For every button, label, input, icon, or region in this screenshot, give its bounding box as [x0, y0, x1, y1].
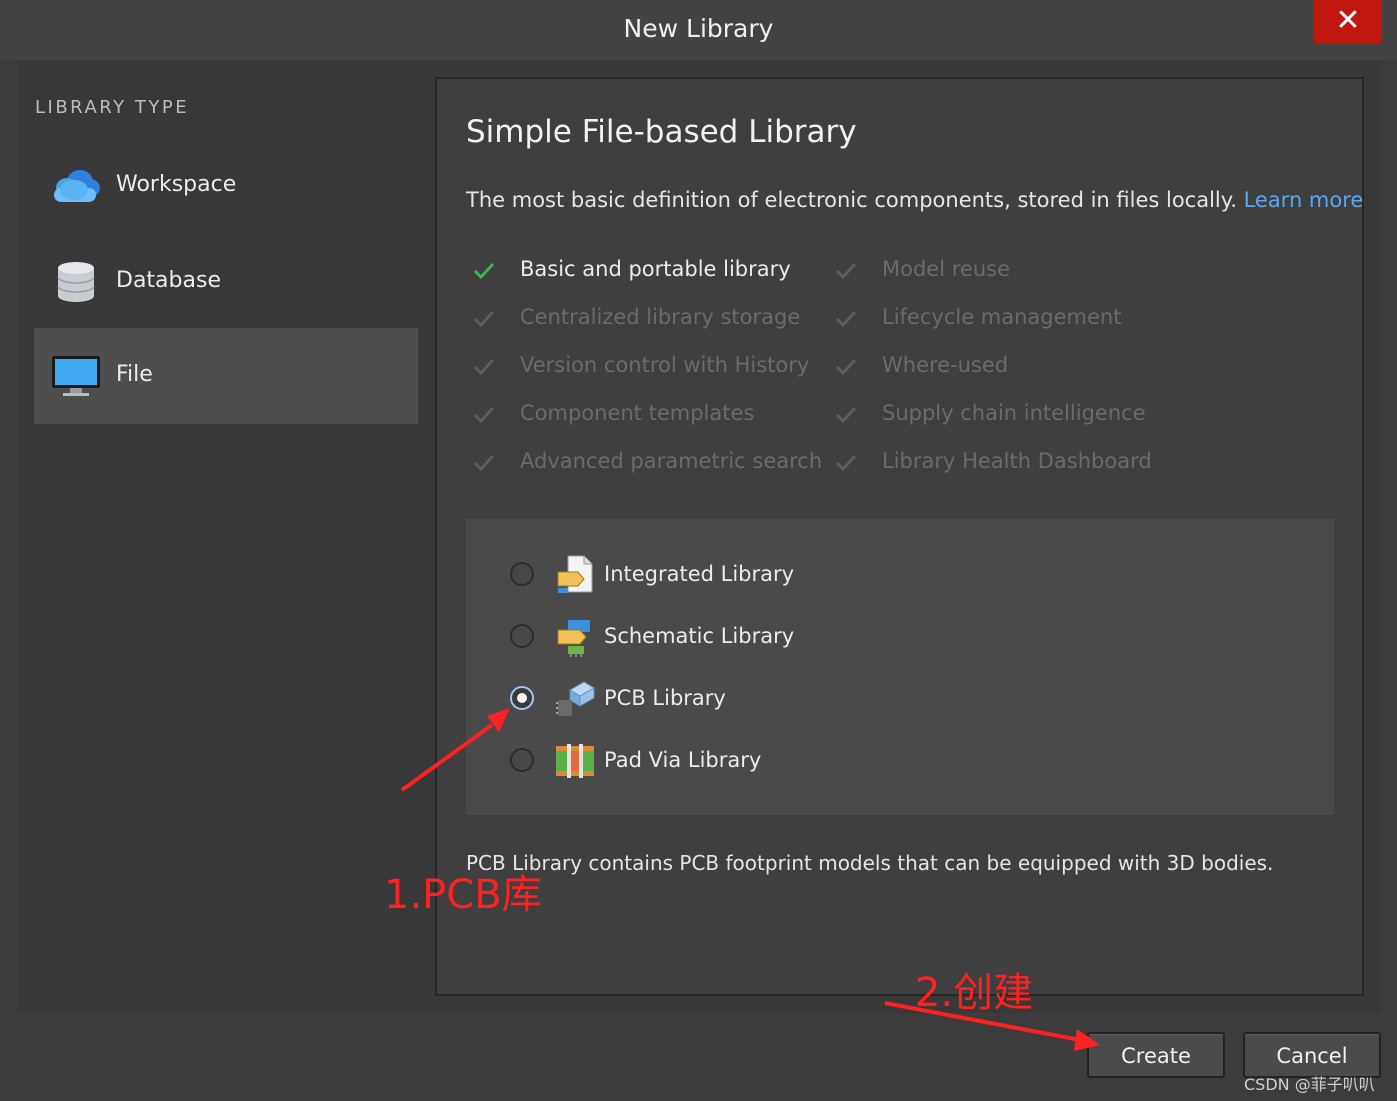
arrow-head-step2 [1074, 1029, 1100, 1051]
annotation-step1: 1.PCB库 [384, 872, 542, 918]
watermark-text: CSDN @菲子叭叭 [1244, 1075, 1375, 1094]
annotation-arrows [400, 708, 1100, 1051]
annotation-step2: 2.创建 [915, 970, 1034, 1016]
arrow-line-step1 [400, 723, 494, 792]
